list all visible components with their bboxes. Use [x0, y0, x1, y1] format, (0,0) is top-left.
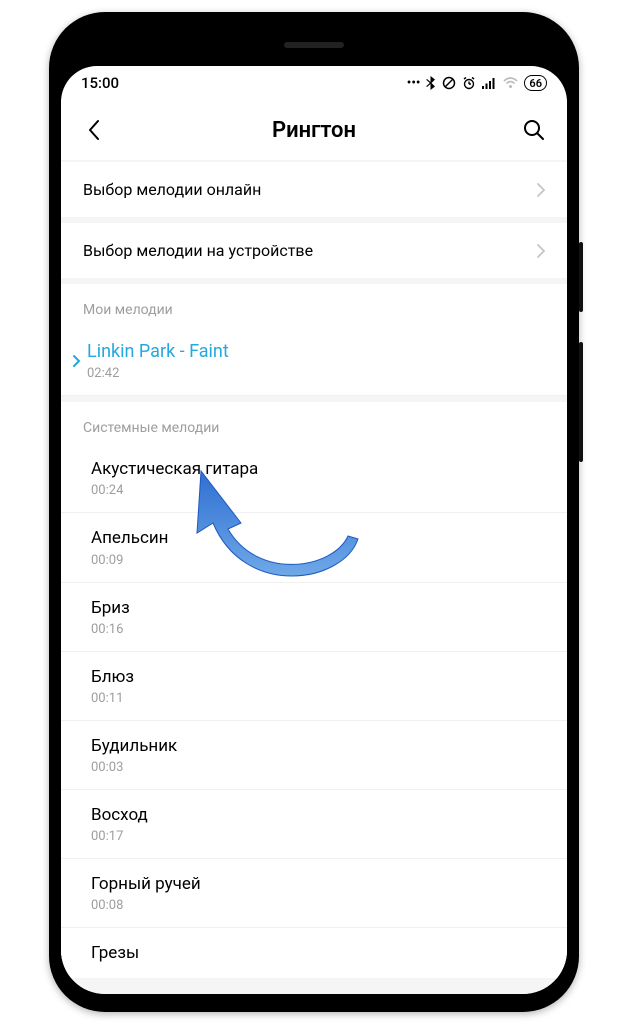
search-icon — [523, 119, 545, 141]
ringtone-title: Будильник — [91, 735, 545, 757]
phone-notch — [61, 24, 567, 66]
chevron-right-icon — [537, 244, 545, 258]
ringtone-title: Горный ручей — [91, 873, 545, 895]
status-bar: 15:00 ••• 66 — [61, 66, 567, 100]
app-header: Рингтон — [61, 100, 567, 160]
ringtone-title: Грезы — [91, 942, 545, 964]
back-button[interactable] — [79, 115, 109, 145]
speaker-grille — [284, 42, 344, 48]
ringtone-title: Блюз — [91, 666, 545, 688]
search-button[interactable] — [519, 115, 549, 145]
ringtone-item[interactable]: Грезы — [61, 928, 567, 978]
chevron-right-icon — [537, 183, 545, 197]
battery-indicator: 66 — [524, 75, 547, 91]
ringtone-duration: 00:09 — [91, 553, 545, 568]
ringtone-duration: 00:11 — [91, 691, 545, 706]
ringtone-title: Linkin Park - Faint — [87, 340, 229, 363]
signal-icon — [482, 77, 497, 89]
ringtone-item[interactable]: Горный ручей 00:08 — [61, 859, 567, 928]
ringtone-item[interactable]: Акустическая гитара 00:24 — [61, 444, 567, 513]
ringtone-item[interactable]: Будильник 00:03 — [61, 721, 567, 790]
section-system-melodies: Системные мелодии — [61, 402, 567, 444]
bluetooth-icon — [426, 76, 436, 90]
ringtone-duration: 00:08 — [91, 898, 545, 913]
chevron-right-icon — [73, 354, 81, 368]
ringtone-title: Акустическая гитара — [91, 458, 545, 480]
wifi-icon — [503, 77, 518, 89]
screen: 15:00 ••• 66 — [61, 66, 567, 994]
ringtone-item[interactable]: Апельсин 00:09 — [61, 513, 567, 582]
ringtone-duration: 00:24 — [91, 483, 545, 498]
status-time: 15:00 — [81, 74, 119, 92]
content-area: Выбор мелодии онлайн Выбор мелодии на ус… — [61, 160, 567, 994]
ringtone-title: Бриз — [91, 597, 545, 619]
choose-melody-online[interactable]: Выбор мелодии онлайн — [61, 162, 567, 217]
nav-label: Выбор мелодии на устройстве — [83, 241, 313, 260]
alarm-icon — [462, 76, 476, 90]
dnd-icon — [442, 76, 456, 90]
dots-icon: ••• — [407, 76, 421, 91]
status-right: ••• 66 — [407, 75, 547, 91]
ringtone-duration: 00:17 — [91, 829, 545, 844]
choose-melody-device[interactable]: Выбор мелодии на устройстве — [61, 223, 567, 278]
my-melodies-list: Linkin Park - Faint 02:42 — [61, 326, 567, 396]
section-my-melodies: Мои мелодии — [61, 284, 567, 326]
nav-label: Выбор мелодии онлайн — [83, 180, 261, 199]
ringtone-title: Апельсин — [91, 527, 545, 549]
system-melodies-list: Акустическая гитара 00:24 Апельсин 00:09… — [61, 444, 567, 978]
ringtone-duration: 02:42 — [87, 366, 229, 381]
ringtone-duration: 00:03 — [91, 760, 545, 775]
phone-frame: 15:00 ••• 66 — [49, 12, 579, 1012]
chevron-left-icon — [87, 118, 101, 142]
ringtone-duration: 00:16 — [91, 622, 545, 637]
ringtone-item-selected[interactable]: Linkin Park - Faint 02:42 — [61, 326, 567, 396]
page-title: Рингтон — [272, 118, 356, 143]
ringtone-item[interactable]: Восход 00:17 — [61, 790, 567, 859]
ringtone-item[interactable]: Бриз 00:16 — [61, 583, 567, 652]
ringtone-item[interactable]: Блюз 00:11 — [61, 652, 567, 721]
ringtone-title: Восход — [91, 804, 545, 826]
